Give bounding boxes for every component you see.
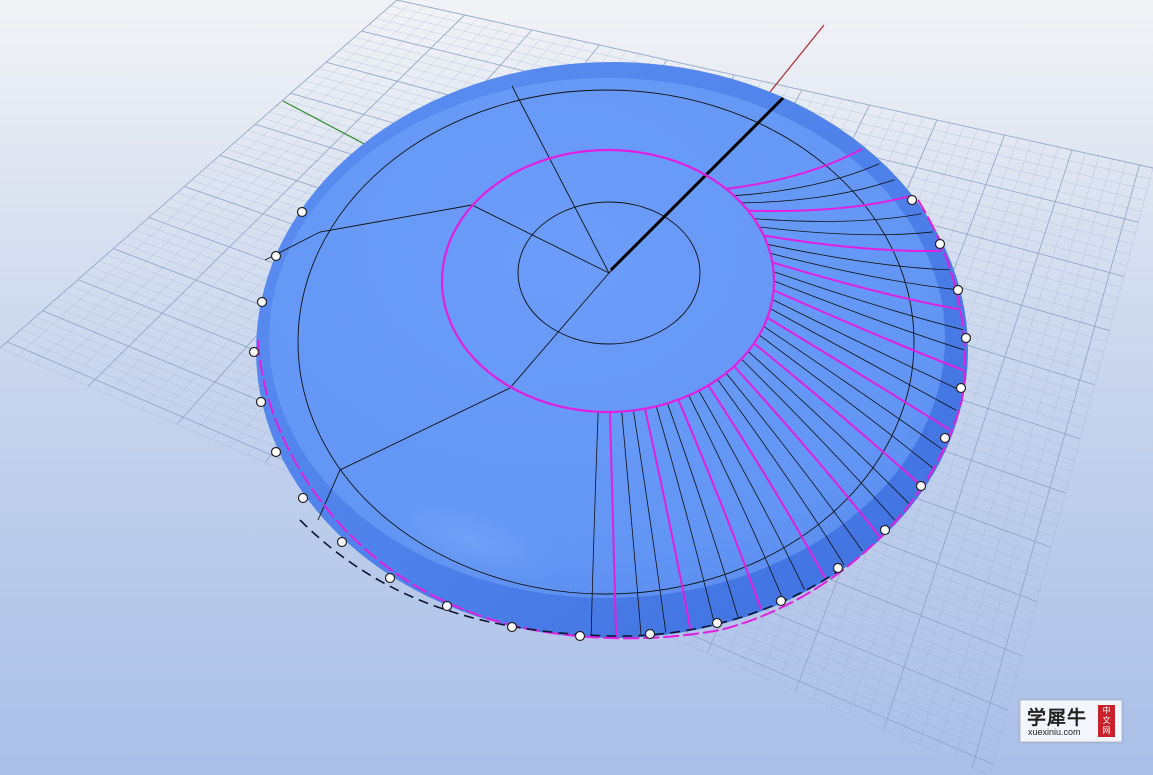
watermark-seal-char: 文: [1102, 716, 1111, 725]
viewport-canvas[interactable]: [0, 0, 1153, 775]
x-axis-line: [769, 24, 825, 93]
control-point[interactable]: [915, 480, 927, 492]
control-point[interactable]: [775, 595, 787, 607]
control-point[interactable]: [906, 194, 918, 206]
control-point[interactable]: [256, 296, 268, 308]
grid-line: [971, 164, 1140, 768]
control-point[interactable]: [939, 432, 951, 444]
control-point[interactable]: [270, 250, 282, 262]
grid-line: [954, 161, 1127, 760]
control-point[interactable]: [384, 572, 396, 584]
control-point[interactable]: [955, 382, 967, 394]
control-point[interactable]: [952, 284, 964, 296]
watermark-logo: 学犀牛 xuexiniu.com 中 文 网: [1020, 700, 1122, 742]
control-point[interactable]: [296, 206, 308, 218]
watermark-brand: 学犀牛: [1027, 707, 1088, 729]
control-point[interactable]: [506, 621, 518, 633]
control-point[interactable]: [297, 492, 309, 504]
control-point[interactable]: [832, 562, 844, 574]
control-point[interactable]: [248, 346, 260, 358]
control-point[interactable]: [960, 332, 972, 344]
control-point[interactable]: [441, 600, 453, 612]
watermark-seal-char: 网: [1102, 726, 1111, 735]
control-point[interactable]: [879, 524, 891, 536]
grid-line: [989, 167, 1153, 775]
watermark-seal: 中 文 网: [1098, 705, 1115, 737]
control-point[interactable]: [934, 238, 946, 250]
control-point[interactable]: [574, 630, 586, 642]
watermark-seal-char: 中: [1102, 706, 1111, 715]
control-point[interactable]: [711, 617, 723, 629]
control-point[interactable]: [255, 396, 267, 408]
grid-line: [919, 155, 1100, 745]
watermark-url: xuexiniu.com: [1028, 727, 1081, 737]
y-axis-line: [282, 100, 373, 149]
control-point[interactable]: [644, 628, 656, 640]
perspective-viewport[interactable]: 学犀牛 xuexiniu.com 中 文 网: [0, 0, 1153, 775]
disc-top-face: [269, 78, 945, 598]
disc-surface[interactable]: [256, 62, 968, 640]
control-point[interactable]: [336, 536, 348, 548]
control-point[interactable]: [270, 446, 282, 458]
